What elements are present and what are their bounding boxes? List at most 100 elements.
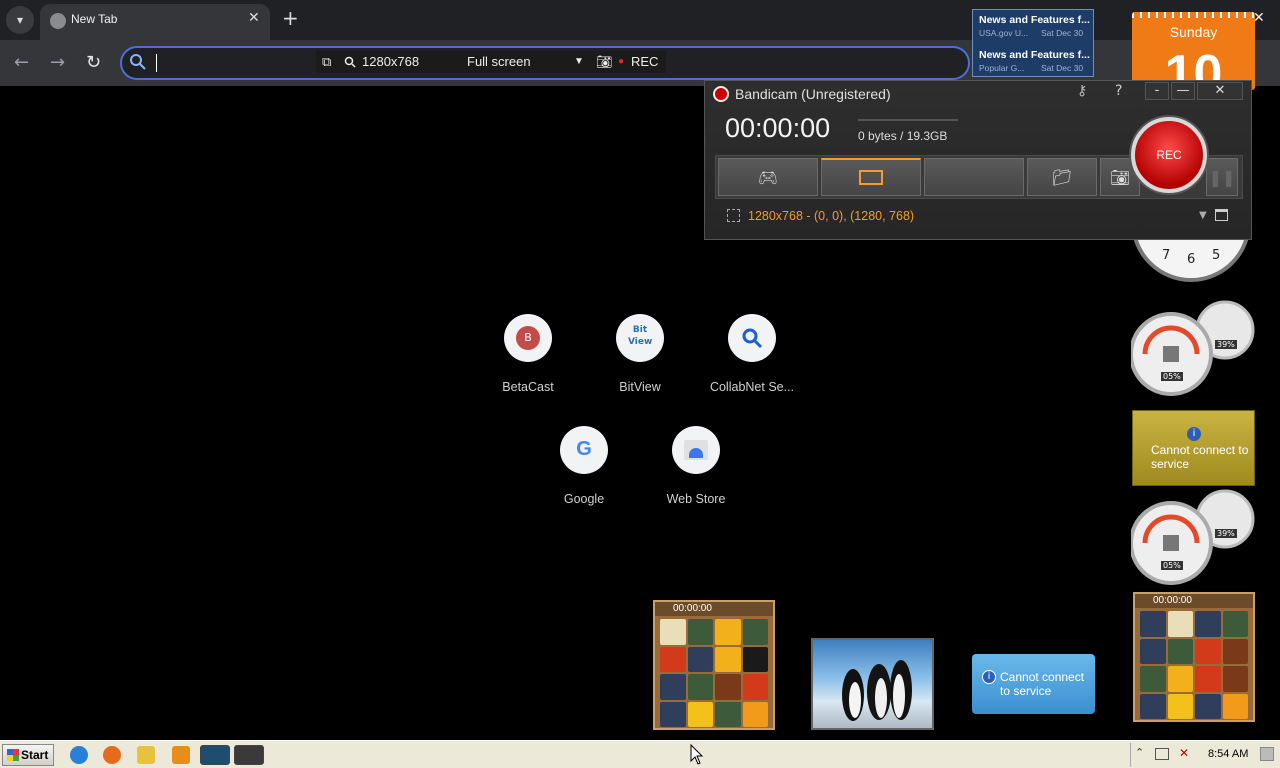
news-item-title[interactable]: News and Features f... [979, 49, 1090, 61]
calendar-day: Sunday [1169, 24, 1218, 40]
clock-number: 5 [1212, 248, 1221, 263]
taskbar: Start ⌃ ✕ 8:54 AM [0, 740, 1280, 768]
bandicam-window[interactable]: Bandicam (Unregistered) ⚷ ? - — ✕ 00:00:… [704, 80, 1252, 240]
explorer-icon[interactable] [137, 746, 155, 764]
show-desktop-icon[interactable] [1260, 747, 1274, 761]
new-tab-button[interactable]: + [282, 8, 299, 28]
puzzle-header: 00:00:00 [655, 602, 773, 616]
shortcut-label: BitView [619, 380, 661, 394]
start-button[interactable]: Start [2, 744, 54, 766]
camera-icon[interactable]: 📷︎ [596, 54, 613, 70]
puzzle-widget[interactable]: 00:00:00 [653, 600, 775, 730]
file-size: 0 bytes / 19.3GB [858, 129, 948, 143]
folder-icon: 📁︎ [1051, 167, 1073, 187]
network-icon[interactable] [1155, 748, 1169, 760]
info-icon: i [982, 670, 996, 684]
forward-button[interactable]: → [50, 52, 65, 73]
feed-widget: i Cannot connect to service [972, 654, 1095, 714]
shortcut-bitview[interactable]: Bit View BitView [584, 314, 696, 414]
cpu-meter-widget: 05% 39% [1129, 300, 1255, 396]
clock-number: 6 [1187, 252, 1196, 267]
folder-button[interactable]: 📁︎ [1027, 158, 1097, 196]
start-label: Start [21, 748, 49, 762]
help-button[interactable]: ? [1115, 83, 1122, 99]
device-mode-button[interactable] [924, 158, 1024, 196]
news-item-source: USA.gov U... [979, 28, 1029, 38]
mode-dropdown[interactable]: Full screen [467, 54, 531, 69]
camera-icon: 📷︎ [1109, 167, 1131, 187]
storage-bar [858, 119, 958, 121]
key-icon[interactable]: ⚷ [1077, 83, 1087, 99]
google-icon: G [560, 426, 608, 474]
media-player-icon[interactable] [172, 746, 190, 764]
gamepad-icon: 🎮︎ [757, 167, 779, 187]
cpu-value: 05% [1161, 561, 1183, 570]
window-select-icon[interactable]: ⧉ [322, 54, 331, 70]
taskbar-app-bandicam[interactable] [234, 745, 264, 765]
close-button[interactable]: ✕ [1197, 82, 1243, 100]
web-store-icon [672, 426, 720, 474]
record-dot-icon: ● [618, 56, 625, 67]
news-item-title[interactable]: News and Features f... [979, 14, 1090, 26]
shortcut-web-store[interactable]: Web Store [640, 426, 752, 526]
tab-new-tab[interactable]: New Tab ✕ [40, 4, 270, 40]
chevron-down-icon[interactable]: ▼ [574, 56, 584, 67]
taskbar-clock[interactable]: 8:54 AM [1208, 748, 1248, 760]
ie-icon[interactable] [70, 746, 88, 764]
connection-error-text: Cannot connect to service [1000, 670, 1085, 698]
clock-number: 7 [1162, 248, 1171, 263]
penguin-photo [842, 660, 912, 721]
chevron-down-icon[interactable]: ▼ [1199, 210, 1207, 221]
taskbar-app-browser[interactable] [200, 745, 230, 765]
memory-value: 39% [1215, 529, 1237, 538]
reload-button[interactable]: ↻ [86, 52, 101, 73]
puzzle-grid[interactable] [660, 619, 768, 727]
tab-favicon-icon [50, 13, 66, 29]
recorder-overlay-bar: ⧉ 1280x768 Full screen ▼ 📷︎ ● REC [316, 51, 666, 73]
puzzle-widget[interactable]: 00:00:00 [1133, 592, 1255, 722]
record-button[interactable]: REC [1131, 117, 1207, 193]
windows-logo-icon [7, 749, 19, 761]
cpu-meter-widget: 05% 39% [1129, 489, 1255, 585]
tab-search-button[interactable]: ▾ [6, 6, 34, 34]
search-icon [728, 314, 776, 362]
rectangle-icon [859, 170, 883, 185]
game-mode-button[interactable]: 🎮︎ [718, 158, 818, 196]
zoom-icon[interactable] [344, 56, 356, 68]
bandicam-logo-icon [713, 86, 729, 102]
slideshow-widget[interactable] [811, 638, 934, 730]
region-info: 1280x768 - (0, 0), (1280, 768) [748, 209, 915, 223]
shortcut-label: BetaCast [502, 380, 554, 394]
connection-error-text: Cannot connect to service [1151, 443, 1249, 471]
puzzle-grid[interactable] [1140, 611, 1248, 719]
minimize-to-tray-button[interactable]: - [1145, 82, 1169, 100]
shortcut-label: CollabNet Se... [709, 380, 795, 394]
bitview-icon: Bit View [616, 314, 664, 362]
text-caret [156, 54, 157, 72]
puzzle-timer: 00:00:00 [673, 603, 712, 614]
rec-button[interactable]: REC [631, 54, 658, 69]
minimize-button[interactable]: — [1171, 82, 1195, 100]
mouse-cursor-icon [690, 744, 704, 765]
back-button[interactable]: ← [14, 52, 29, 73]
pause-button[interactable]: ❚❚ [1206, 158, 1238, 196]
volume-muted-icon[interactable]: ✕ [1179, 746, 1189, 760]
screen-mode-button[interactable] [821, 158, 921, 196]
shortcut-google[interactable]: G Google [528, 426, 640, 526]
betacast-icon: B [504, 314, 552, 362]
shortcut-label: Google [563, 492, 605, 506]
news-item-source: Popular G... [979, 63, 1025, 73]
firefox-icon[interactable] [103, 746, 121, 764]
shortcut-collabnet[interactable]: CollabNet Se... [696, 314, 808, 414]
pause-icon: ❚❚ [1208, 167, 1236, 187]
shortcut-betacast[interactable]: B BetaCast [472, 314, 584, 414]
window-icon[interactable] [1215, 209, 1228, 221]
puzzle-timer: 00:00:00 [1153, 595, 1192, 606]
weather-widget: i Cannot connect to service [1132, 410, 1255, 486]
resolution-label: 1280x768 [362, 54, 420, 69]
calendar-widget: Sunday 10 [1132, 12, 1255, 90]
chevron-up-icon[interactable]: ⌃ [1135, 746, 1144, 759]
news-widget[interactable]: News and Features f... USA.gov U... Sat … [972, 9, 1094, 77]
tab-close-button[interactable]: ✕ [248, 10, 260, 26]
cpu-value: 05% [1161, 372, 1183, 381]
